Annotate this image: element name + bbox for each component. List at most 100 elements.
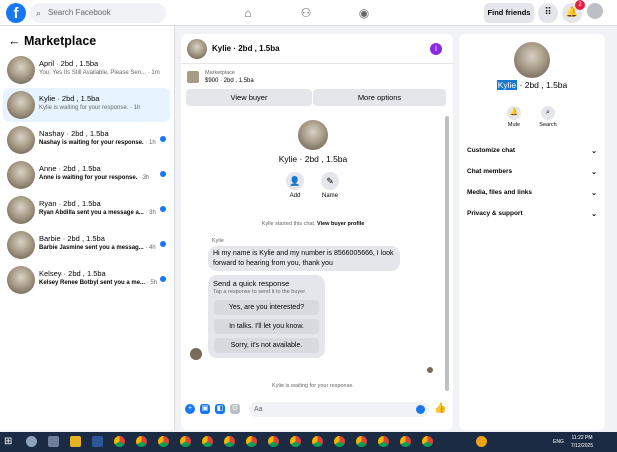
conversation-avatar[interactable] — [187, 39, 207, 59]
task-view-icon[interactable] — [48, 436, 59, 447]
waiting-note: Kylie is waiting for your response. — [272, 383, 354, 389]
message-bubble: Hi my name is Kylie and my number is 856… — [208, 246, 400, 271]
back-arrow-icon[interactable]: ← — [8, 34, 21, 48]
chrome-icon[interactable] — [180, 436, 191, 447]
chat-started-note: Kylie started this chat. View buyer prof… — [261, 221, 365, 227]
marketplace-chat-list: ← Marketplace April · 2bd , 1.5ba You: Ye… — [0, 26, 175, 430]
chrome-icon[interactable] — [224, 436, 235, 447]
view-buyer-button[interactable]: View buyer — [186, 89, 312, 106]
search-icon[interactable] — [26, 436, 37, 447]
chrome-icon[interactable] — [158, 436, 169, 447]
unread-dot — [160, 276, 166, 282]
chrome-icon[interactable] — [246, 436, 257, 447]
chat-list-item[interactable]: Nashay · 2bd , 1.5ba Nashay is waiting fo… — [3, 123, 170, 157]
windows-start-icon[interactable]: ⊞ — [4, 436, 15, 447]
chrome-icon[interactable] — [312, 436, 323, 447]
menu-grid-icon[interactable]: ⠿ — [538, 3, 558, 23]
chat-list-item[interactable]: Kelsey · 2bd , 1.5ba Kelsey Renee Botbyl … — [3, 263, 170, 297]
chrome-icon[interactable] — [378, 436, 389, 447]
top-bar: f ⌕ Search Facebook ⌂ ⚇ ◉ Find friends ⠿… — [0, 0, 617, 26]
find-friends-button[interactable]: Find friends — [484, 3, 534, 23]
sticker-icon[interactable]: ◧ — [215, 404, 225, 414]
search-input[interactable]: ⌕ Search Facebook — [30, 3, 166, 23]
chrome-icon[interactable] — [268, 436, 279, 447]
facebook-logo-icon[interactable]: f — [6, 3, 26, 23]
listing-price[interactable]: $900 · 2bd , 1.5ba — [205, 78, 254, 84]
chat-list-item[interactable]: April · 2bd , 1.5ba You: Yes Its Still Av… — [3, 53, 170, 87]
clock-time[interactable]: 11:22 PM — [568, 435, 596, 441]
chat-name: Kelsey · 2bd , 1.5ba — [39, 269, 106, 278]
chat-avatar — [7, 126, 35, 154]
pencil-icon: ✎ — [321, 172, 339, 190]
chat-members-row[interactable]: Chat members ⌄ — [467, 168, 597, 176]
quick-reply-in-talks[interactable]: In talks. I'll let you know. — [214, 319, 319, 334]
chat-list-item[interactable]: Anne · 2bd , 1.5ba Anne is waiting for yo… — [3, 158, 170, 192]
message-input[interactable]: Aa — [249, 402, 429, 417]
chat-preview: Anne is waiting for your response. · 3h — [39, 175, 150, 181]
chat-details-panel: Kylie · 2bd , 1.5ba 🔔 Mute ⌕ Search Cust… — [459, 34, 605, 430]
gif-icon[interactable]: G — [230, 404, 240, 414]
quick-response-card: Send a quick response Tap a response to … — [208, 275, 325, 358]
home-icon[interactable]: ⌂ — [240, 5, 256, 21]
search-icon: ⌕ — [36, 8, 42, 18]
buyer-name: Kylie · 2bd , 1.5ba — [278, 154, 348, 164]
conversation-title[interactable]: Kylie · 2bd , 1.5ba — [212, 44, 280, 53]
quick-response-title: Send a quick response — [213, 279, 290, 288]
file-explorer-icon[interactable] — [70, 436, 81, 447]
chat-time: · 3h — [143, 210, 156, 216]
composer: + ▣ ◧ G Aa 👍 — [181, 401, 453, 421]
word-icon[interactable] — [92, 436, 103, 447]
chat-preview: Barbie Jasmine sent you a messag... · 4h — [39, 245, 156, 251]
chrome-icon[interactable] — [422, 436, 433, 447]
chrome-icon[interactable] — [400, 436, 411, 447]
chat-name: Barbie · 2bd , 1.5ba — [39, 234, 105, 243]
clock-date[interactable]: 7/12/2025 — [568, 443, 596, 449]
chrome-icon[interactable] — [202, 436, 213, 447]
privacy-support-row[interactable]: Privacy & support ⌄ — [467, 210, 597, 218]
plus-icon[interactable]: + — [185, 404, 195, 414]
chat-time: · 5h — [145, 280, 158, 286]
account-avatar[interactable] — [587, 3, 603, 19]
chat-list-item[interactable]: Barbie · 2bd , 1.5ba Barbie Jasmine sent … — [3, 228, 170, 262]
chrome-icon[interactable] — [114, 436, 125, 447]
quick-reply-not-available[interactable]: Sorry, it's not available. — [214, 338, 319, 353]
emoji-icon[interactable] — [416, 405, 425, 414]
more-options-button[interactable]: More options — [313, 89, 446, 106]
chat-preview: Kelsey Renee Botbyl sent you a me... · 5… — [39, 280, 158, 286]
quick-response-subtitle: Tap a response to send it to the buyer. — [213, 289, 307, 295]
chat-avatar — [7, 56, 35, 84]
language-indicator[interactable]: ENG — [553, 439, 564, 445]
chat-avatar — [7, 91, 35, 119]
chat-avatar — [7, 266, 35, 294]
chat-name: Kylie · 2bd , 1.5ba — [39, 94, 100, 103]
chrome-icon[interactable] — [356, 436, 367, 447]
name-button[interactable]: ✎ Name — [310, 172, 350, 199]
weather-icon[interactable] — [476, 436, 487, 447]
media-files-links-row[interactable]: Media, files and links ⌄ — [467, 189, 597, 197]
chat-avatar — [7, 231, 35, 259]
chat-preview: You: Yes Its Still Available, Please Sen… — [39, 70, 160, 76]
view-buyer-profile-link[interactable]: View buyer profile — [317, 221, 364, 227]
scrollbar[interactable] — [445, 116, 449, 391]
quick-reply-interested[interactable]: Yes, are you interested? — [214, 300, 319, 315]
chat-list-item[interactable]: Ryan · 2bd , 1.5ba Ryan Abdilla sent you … — [3, 193, 170, 227]
chrome-icon[interactable] — [136, 436, 147, 447]
thumbs-up-icon[interactable]: 👍 — [434, 403, 446, 414]
sender-avatar — [190, 348, 202, 360]
unread-dot — [160, 171, 166, 177]
profile-avatar — [514, 42, 550, 78]
mute-button[interactable]: 🔔 Mute — [499, 106, 529, 128]
chrome-icon[interactable] — [290, 436, 301, 447]
photo-icon[interactable]: ▣ — [200, 404, 210, 414]
groups-icon[interactable]: ◉ — [356, 5, 372, 21]
add-button[interactable]: 👤 Add — [275, 172, 315, 199]
chrome-icon[interactable] — [334, 436, 345, 447]
info-icon[interactable]: i — [430, 43, 442, 55]
selected-name-text[interactable]: Kylie — [496, 80, 518, 90]
listing-thumbnail — [187, 71, 199, 83]
friends-icon[interactable]: ⚇ — [298, 5, 314, 21]
customize-chat-row[interactable]: Customize chat ⌄ — [467, 147, 597, 155]
windows-taskbar: ⊞ ENG 11:22 PM 7/12/2025 — [0, 432, 617, 452]
search-button[interactable]: ⌕ Search — [533, 106, 563, 128]
chat-list-item[interactable]: Kylie · 2bd , 1.5ba Kylie is waiting for … — [3, 88, 170, 122]
